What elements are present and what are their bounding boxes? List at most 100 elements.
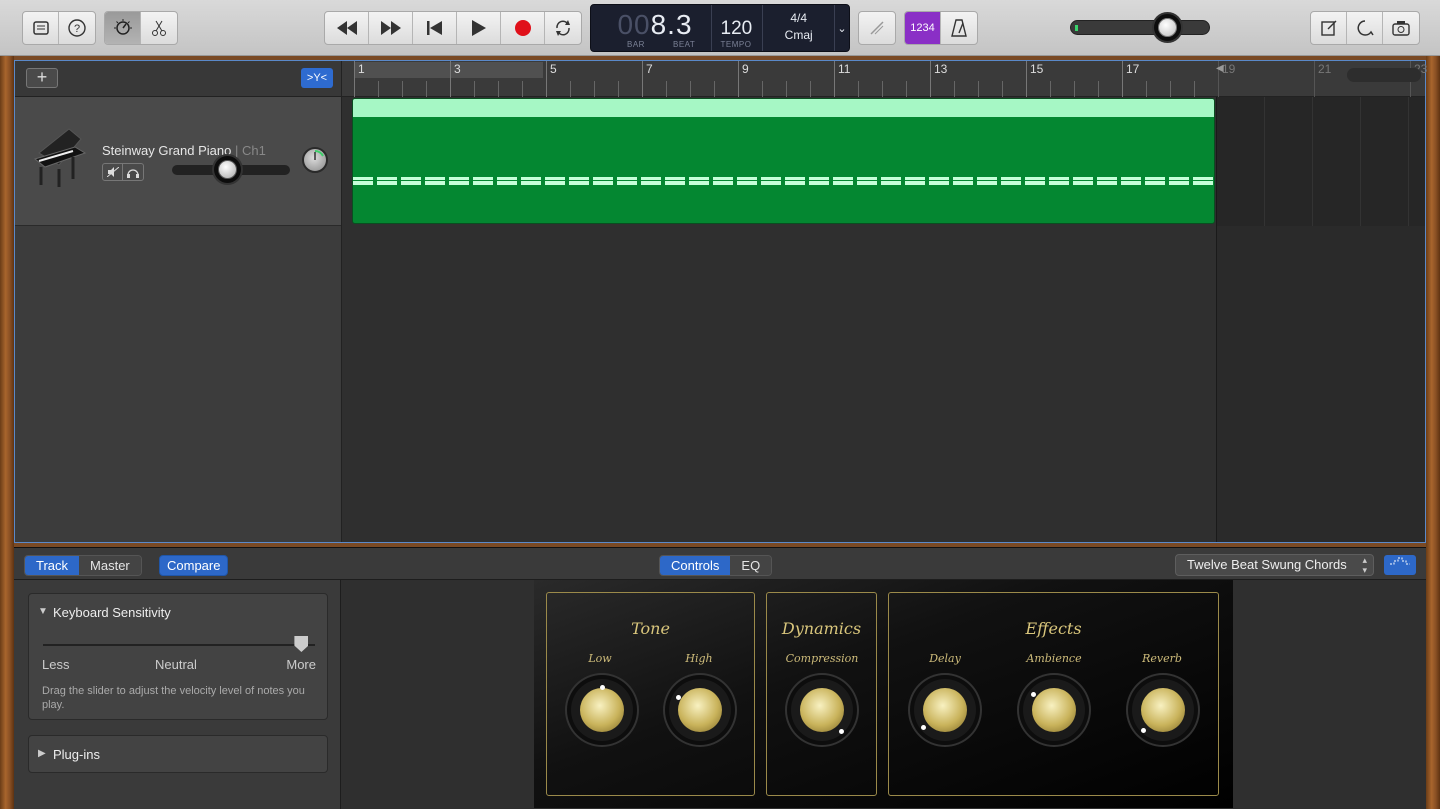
record-icon[interactable]: [501, 12, 545, 44]
lcd-beat-label: BEAT: [673, 40, 696, 49]
count-in-button[interactable]: 1234: [905, 12, 941, 44]
keyboard-sensitivity-label: Keyboard Sensitivity: [53, 605, 171, 620]
preset-selector[interactable]: Twelve Beat Swung Chords ▴ ▾: [1175, 554, 1374, 576]
region-header[interactable]: [353, 99, 1214, 117]
knob-label-delay: Delay: [929, 652, 961, 665]
ruler-label: 9: [742, 62, 749, 76]
ruler-label: 13: [934, 62, 948, 76]
ruler-mark: 3: [450, 61, 461, 97]
tab-eq[interactable]: EQ: [730, 556, 772, 575]
wood-panel-left: [0, 56, 14, 809]
control-bar: ? 008.3 BAR BEAT 120 TEMPO 4/4 Cmaj ⌄ 12…: [0, 0, 1440, 56]
smart-editor-group: [104, 11, 178, 45]
controls-eq-toggle: Controls EQ: [659, 555, 773, 576]
lcd-signature: 4/4 Cmaj: [763, 5, 836, 51]
zoom-slider[interactable]: [1347, 68, 1421, 82]
metronome-icon[interactable]: [941, 12, 977, 44]
timeline-ruler[interactable]: 1 3 5 7 9 11 13 15 17 19 21 23 ◀: [342, 61, 1427, 97]
chevron-down-icon[interactable]: ⌄: [835, 5, 849, 51]
media-browser-icon[interactable]: [1383, 12, 1419, 44]
tone-title: Tone: [631, 619, 670, 638]
add-track-button[interactable]: +: [26, 68, 58, 88]
ruler-label: 7: [646, 62, 653, 76]
scissors-icon[interactable]: [141, 12, 177, 44]
tuner-group: [858, 11, 896, 45]
question-icon[interactable]: ?: [59, 12, 95, 44]
ambience-knob[interactable]: [1023, 679, 1085, 741]
track-header-toolbar: + >Y<: [15, 61, 341, 97]
note-pad-icon[interactable]: [1311, 12, 1347, 44]
track-lane[interactable]: [342, 97, 1425, 542]
tab-controls[interactable]: Controls: [660, 556, 731, 575]
ruler-label: 15: [1030, 62, 1044, 76]
tuner-icon[interactable]: [859, 12, 895, 44]
tone-section: Tone Low High: [546, 592, 755, 796]
sensitivity-slider[interactable]: [43, 636, 315, 652]
master-level-meter: [1075, 25, 1078, 31]
reverb-knob[interactable]: [1132, 679, 1194, 741]
library-icon[interactable]: [23, 12, 59, 44]
lcd-bar-label: BAR: [627, 40, 645, 49]
rewind-icon[interactable]: [325, 12, 369, 44]
track-name[interactable]: Steinway Grand Piano | Ch1: [102, 143, 266, 158]
knob-label-low: Low: [588, 652, 612, 665]
smart-controls: Track Master Compare Controls EQ Twelve …: [14, 547, 1426, 809]
headphones-icon[interactable]: [123, 164, 143, 180]
arpeggiator-button[interactable]: [1384, 555, 1416, 575]
track-channel: | Ch1: [234, 143, 266, 158]
disclosure-open-icon[interactable]: ▼: [38, 606, 48, 617]
lcd-tempo: 120 TEMPO: [712, 5, 764, 51]
master-volume-thumb[interactable]: [1158, 18, 1177, 37]
ruler-subdivisions: [354, 81, 1215, 97]
label-neutral: Neutral: [155, 657, 197, 672]
knob-icon[interactable]: [105, 12, 141, 44]
mute-icon[interactable]: [103, 164, 123, 180]
track-volume-thumb[interactable]: [218, 160, 237, 179]
region-filter-button[interactable]: >Y<: [301, 68, 333, 88]
wood-panel-right: [1426, 56, 1440, 809]
keyboard-sensitivity-title[interactable]: ▼ Keyboard Sensitivity: [29, 594, 327, 620]
ruler-label: 17: [1126, 62, 1140, 76]
low-knob[interactable]: [571, 679, 633, 741]
tab-master[interactable]: Master: [79, 556, 141, 575]
ruler-label: 1: [358, 62, 365, 76]
delay-knob[interactable]: [914, 679, 976, 741]
midi-region[interactable]: [352, 98, 1215, 224]
tab-track[interactable]: Track: [25, 556, 80, 575]
compare-button[interactable]: Compare: [159, 555, 229, 576]
loop-browser-icon[interactable]: [1347, 12, 1383, 44]
compression-knob[interactable]: [791, 679, 853, 741]
lcd-tempo-value: 120: [720, 18, 753, 39]
grand-piano-icon: [33, 128, 87, 187]
smart-controls-header: Track Master Compare Controls EQ Twelve …: [14, 548, 1426, 580]
lcd-display[interactable]: 008.3 BAR BEAT 120 TEMPO 4/4 Cmaj ⌄: [590, 4, 850, 52]
track-header-piano[interactable]: Steinway Grand Piano | Ch1: [15, 97, 341, 226]
go-to-beginning-icon[interactable]: [413, 12, 457, 44]
track-master-toggle: Track Master: [24, 555, 142, 576]
svg-text:?: ?: [74, 23, 80, 35]
cycle-area[interactable]: [354, 62, 543, 78]
master-volume-slider[interactable]: [1070, 18, 1210, 37]
lcd-position-value: 8.3: [650, 9, 693, 40]
preset-name: Twelve Beat Swung Chords: [1187, 557, 1347, 572]
sensitivity-thumb[interactable]: [294, 636, 309, 652]
play-icon[interactable]: [457, 12, 501, 44]
region-notes: [353, 177, 1214, 185]
count-metronome-group: 1234: [904, 11, 978, 45]
track-pan-knob[interactable]: [302, 147, 328, 173]
knob-label-compression: Compression: [785, 652, 859, 665]
knob-label-high: High: [685, 652, 713, 665]
lcd-position-dim: 00: [617, 9, 651, 40]
lcd-key: Cmaj: [784, 28, 813, 42]
lcd-tempo-label: TEMPO: [720, 40, 752, 49]
plugins-title[interactable]: ▶ Plug-ins: [29, 736, 327, 762]
disclosure-closed-icon[interactable]: ▶: [38, 748, 46, 759]
fast-forward-icon[interactable]: [369, 12, 413, 44]
cycle-icon[interactable]: [545, 12, 581, 44]
ruler-mark: 13: [930, 61, 947, 97]
lane-after-end: [1216, 97, 1425, 226]
project-end-marker[interactable]: ◀: [1216, 63, 1224, 74]
high-knob[interactable]: [669, 679, 731, 741]
track-volume-slider[interactable]: [172, 160, 290, 179]
track-name-text: Steinway Grand Piano: [102, 143, 232, 158]
